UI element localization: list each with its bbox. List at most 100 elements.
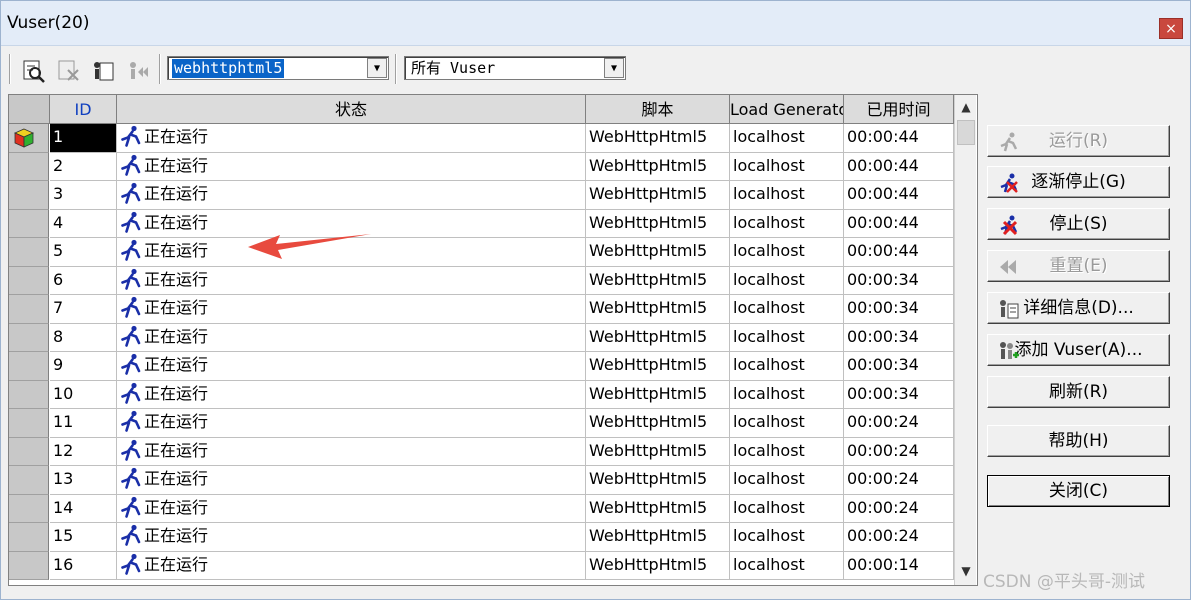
info-icon[interactable]: [91, 58, 117, 84]
table-row[interactable]: 2 正在运行 WebHttpHtml5 localhost 00:00:44: [9, 152, 954, 181]
cell-id[interactable]: 3: [50, 181, 117, 210]
table-row[interactable]: 5 正在运行 WebHttpHtml5 localhost 00:00:44: [9, 238, 954, 267]
table-row[interactable]: 8 正在运行 WebHttpHtml5 localhost 00:00:34: [9, 323, 954, 352]
gradual-stop-button[interactable]: 逐渐停止(G): [987, 166, 1170, 198]
row-header[interactable]: [9, 323, 49, 352]
row-header[interactable]: [9, 494, 49, 523]
cell-id[interactable]: 8: [50, 323, 117, 352]
table-row[interactable]: 3 正在运行 WebHttpHtml5 localhost 00:00:44: [9, 181, 954, 210]
cell-status[interactable]: 正在运行: [117, 266, 586, 295]
cell-script[interactable]: WebHttpHtml5: [586, 266, 730, 295]
cell-id[interactable]: 15: [50, 523, 117, 552]
cell-load-generator[interactable]: localhost: [730, 209, 844, 238]
cell-script[interactable]: WebHttpHtml5: [586, 494, 730, 523]
cell-load-generator[interactable]: localhost: [730, 124, 844, 153]
cell-id[interactable]: 4: [50, 209, 117, 238]
row-header[interactable]: [9, 437, 49, 466]
table-row[interactable]: 12 正在运行 WebHttpHtml5 localhost 00:00:24: [9, 437, 954, 466]
cell-status[interactable]: 正在运行: [117, 181, 586, 210]
column-header-id[interactable]: ID: [50, 95, 117, 124]
cell-script[interactable]: WebHttpHtml5: [586, 437, 730, 466]
table-row[interactable]: 1 正在运行 WebHttpHtml5 localhost 00:00:44: [9, 124, 954, 153]
cell-load-generator[interactable]: localhost: [730, 523, 844, 552]
cell-id[interactable]: 13: [50, 466, 117, 495]
row-header[interactable]: [9, 238, 49, 267]
run-button[interactable]: 运行(R): [987, 125, 1170, 157]
chevron-down-icon[interactable]: ▼: [604, 58, 624, 78]
cell-load-generator[interactable]: localhost: [730, 266, 844, 295]
cell-load-generator[interactable]: localhost: [730, 352, 844, 381]
cell-load-generator[interactable]: localhost: [730, 238, 844, 267]
cell-status[interactable]: 正在运行: [117, 409, 586, 438]
vertical-scrollbar[interactable]: ▲ ▼: [954, 95, 976, 585]
cell-elapsed[interactable]: 00:00:14: [844, 551, 954, 580]
cell-load-generator[interactable]: localhost: [730, 152, 844, 181]
cell-elapsed[interactable]: 00:00:24: [844, 523, 954, 552]
cell-id[interactable]: 5: [50, 238, 117, 267]
cell-script[interactable]: WebHttpHtml5: [586, 409, 730, 438]
cell-status[interactable]: 正在运行: [117, 551, 586, 580]
cell-status[interactable]: 正在运行: [117, 352, 586, 381]
row-header[interactable]: [9, 409, 49, 438]
cell-script[interactable]: WebHttpHtml5: [586, 124, 730, 153]
row-header[interactable]: [9, 380, 49, 409]
row-header[interactable]: [9, 551, 49, 580]
remove-icon[interactable]: [56, 58, 82, 84]
column-header-status[interactable]: 状态: [117, 95, 586, 124]
cell-id[interactable]: 6: [50, 266, 117, 295]
chevron-down-icon[interactable]: ▼: [367, 58, 387, 78]
cell-elapsed[interactable]: 00:00:34: [844, 352, 954, 381]
table-row[interactable]: 7 正在运行 WebHttpHtml5 localhost 00:00:34: [9, 295, 954, 324]
cell-id[interactable]: 9: [50, 352, 117, 381]
cell-status[interactable]: 正在运行: [117, 295, 586, 324]
cell-status[interactable]: 正在运行: [117, 323, 586, 352]
row-header[interactable]: [9, 266, 49, 295]
cell-id[interactable]: 1: [50, 124, 117, 153]
cell-status[interactable]: 正在运行: [117, 152, 586, 181]
cell-load-generator[interactable]: localhost: [730, 295, 844, 324]
table-row[interactable]: 11 正在运行 WebHttpHtml5 localhost 00:00:24: [9, 409, 954, 438]
table-row[interactable]: 4 正在运行 WebHttpHtml5 localhost 00:00:44: [9, 209, 954, 238]
cell-elapsed[interactable]: 00:00:24: [844, 409, 954, 438]
cell-id[interactable]: 11: [50, 409, 117, 438]
cell-status[interactable]: 正在运行: [117, 380, 586, 409]
column-header-elapsed[interactable]: 已用时间: [844, 95, 954, 124]
table-row[interactable]: 16 正在运行 WebHttpHtml5 localhost 00:00:14: [9, 551, 954, 580]
help-button[interactable]: 帮助(H): [987, 425, 1170, 457]
cell-status[interactable]: 正在运行: [117, 124, 586, 153]
refresh-button[interactable]: 刷新(R): [987, 376, 1170, 408]
table-row[interactable]: 14 正在运行 WebHttpHtml5 localhost 00:00:24: [9, 494, 954, 523]
table-row[interactable]: 9 正在运行 WebHttpHtml5 localhost 00:00:34: [9, 352, 954, 381]
row-header[interactable]: [9, 124, 49, 153]
table-row[interactable]: 15 正在运行 WebHttpHtml5 localhost 00:00:24: [9, 523, 954, 552]
table-row[interactable]: 6 正在运行 WebHttpHtml5 localhost 00:00:34: [9, 266, 954, 295]
cell-load-generator[interactable]: localhost: [730, 409, 844, 438]
add-vuser-button[interactable]: 添加 Vuser(A)...: [987, 334, 1170, 366]
close-window-button[interactable]: ×: [1159, 18, 1183, 39]
reset-icon[interactable]: [126, 58, 152, 84]
script-filter-combo[interactable]: webhttphtml5 ▼: [167, 56, 389, 80]
cell-load-generator[interactable]: localhost: [730, 466, 844, 495]
stop-button[interactable]: 停止(S): [987, 208, 1170, 240]
details-button[interactable]: 详细信息(D)...: [987, 292, 1170, 324]
cell-elapsed[interactable]: 00:00:44: [844, 181, 954, 210]
row-header[interactable]: [9, 209, 49, 238]
cell-script[interactable]: WebHttpHtml5: [586, 523, 730, 552]
column-header-load-generator[interactable]: Load Generator: [730, 95, 844, 124]
table-row[interactable]: 13 正在运行 WebHttpHtml5 localhost 00:00:24: [9, 466, 954, 495]
row-header[interactable]: [9, 295, 49, 324]
details-icon[interactable]: [21, 58, 47, 84]
cell-load-generator[interactable]: localhost: [730, 494, 844, 523]
cell-elapsed[interactable]: 00:00:24: [844, 494, 954, 523]
cell-elapsed[interactable]: 00:00:34: [844, 295, 954, 324]
cell-elapsed[interactable]: 00:00:34: [844, 266, 954, 295]
cell-id[interactable]: 10: [50, 380, 117, 409]
table-row[interactable]: 10 正在运行 WebHttpHtml5 localhost 00:00:34: [9, 380, 954, 409]
cell-status[interactable]: 正在运行: [117, 437, 586, 466]
row-header[interactable]: [9, 181, 49, 210]
row-header[interactable]: [9, 152, 49, 181]
cell-elapsed[interactable]: 00:00:24: [844, 437, 954, 466]
cell-elapsed[interactable]: 00:00:44: [844, 209, 954, 238]
reset-button[interactable]: 重置(E): [987, 250, 1170, 282]
cell-elapsed[interactable]: 00:00:44: [844, 238, 954, 267]
